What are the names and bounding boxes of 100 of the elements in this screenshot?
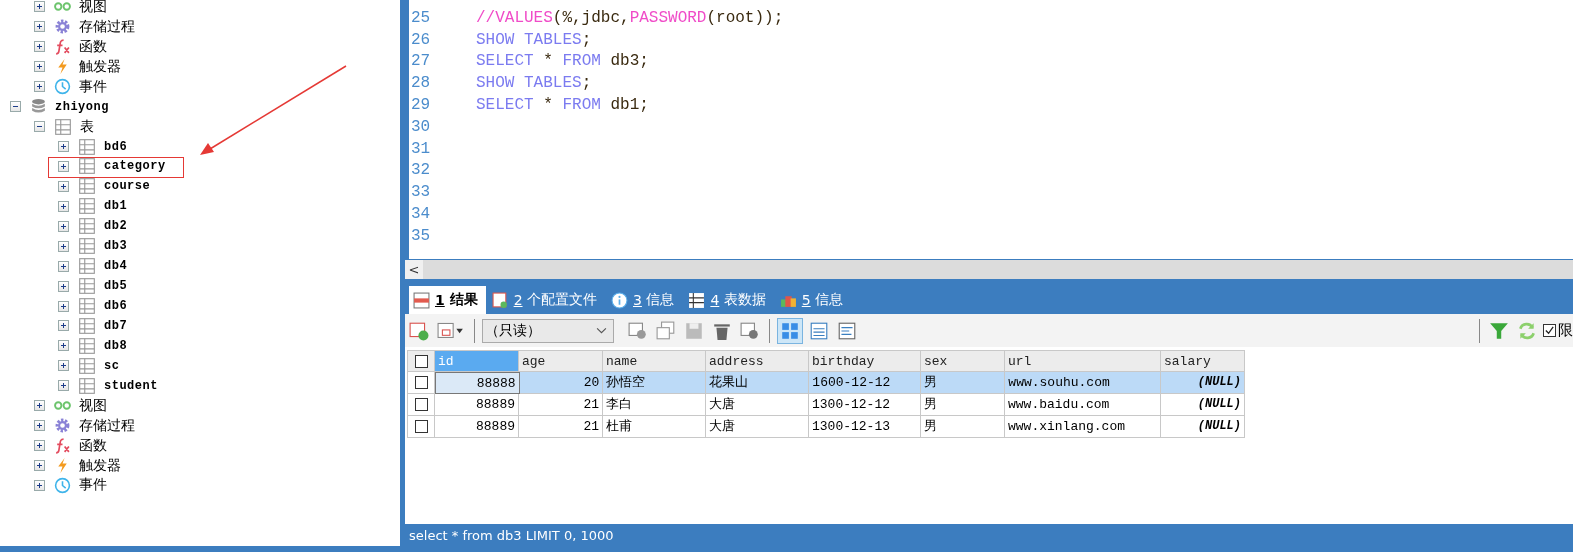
tree-item[interactable]: 函数 [79,436,107,455]
table-name[interactable]: student [104,378,158,393]
expand-toggle[interactable] [34,460,45,472]
table-cell: 大唐 [706,416,809,438]
line-number: 32 [410,161,432,180]
tree-item[interactable]: 存储过程 [79,17,135,36]
code-line: SELECT * FROM db3; [476,52,649,71]
table-name[interactable]: sc [104,358,120,373]
expand-toggle[interactable] [58,240,69,252]
column-header[interactable]: birthday [809,350,921,372]
gear-icon [54,417,71,435]
expand-toggle[interactable] [34,61,45,73]
table-cell: 李白 [603,394,706,416]
tree-item[interactable]: 表 [80,117,94,136]
row-checkbox[interactable] [414,398,428,411]
tree-item[interactable]: 触发器 [79,456,121,475]
expand-toggle[interactable] [58,141,69,153]
expand-toggle[interactable] [58,180,69,192]
expand-toggle[interactable] [58,200,69,212]
column-header[interactable]: sex [921,350,1005,372]
tree-item[interactable]: 事件 [79,476,107,495]
column-header[interactable]: name [603,350,706,372]
table-name[interactable]: db8 [104,338,128,353]
table-name[interactable]: db2 [104,219,128,234]
table-icon [78,336,96,355]
tree-item[interactable]: 函数 [79,37,107,56]
table-name[interactable]: db7 [104,318,128,333]
tree-item[interactable]: 触发器 [79,57,121,76]
table-cell: 1300-12-12 [809,394,921,416]
column-header[interactable]: url [1005,350,1161,372]
expand-toggle[interactable] [34,21,45,33]
select-all-checkbox[interactable] [414,354,428,368]
result-tab[interactable]: 1 结果 [409,286,486,314]
table-cell: www.xinlang.com [1005,416,1161,438]
table-cell: (NULL) [1161,416,1245,438]
result-tab[interactable]: 2 个配置文件 [487,286,605,314]
expand-toggle[interactable] [58,160,69,172]
expand-toggle[interactable] [34,41,45,53]
expand-toggle[interactable] [34,420,45,432]
code-line: //VALUES(%,jdbc,PASSWORD(root)); [476,8,784,27]
expand-toggle[interactable] [34,81,45,93]
table-name[interactable]: db1 [104,199,128,214]
clock-icon [54,476,71,494]
limit-checkbox[interactable] [1543,324,1556,337]
table-cell: 男 [921,372,1006,394]
table-cell: 男 [921,394,1005,416]
table-cell: 88889 [435,416,519,438]
expand-toggle[interactable] [58,340,69,352]
tree-item[interactable]: 存储过程 [79,416,135,435]
mode-dropdown[interactable]: （只读） [482,318,614,343]
profile-icon [491,291,509,309]
expand-toggle[interactable] [34,440,45,452]
result-tab[interactable]: 4 表数据 [684,286,774,314]
grid-view-icon[interactable] [777,317,803,344]
expand-toggle[interactable] [34,400,45,412]
row-checkbox[interactable] [414,420,428,433]
table-name[interactable]: category [104,159,166,174]
table-name[interactable]: db6 [104,299,128,314]
expand-toggle[interactable] [58,380,69,392]
result-grid-icon [413,291,430,309]
table-icon [78,316,96,335]
table-name[interactable]: bd6 [104,139,128,154]
result-tab[interactable]: 3 信息 [607,286,683,314]
table-cell: 88889 [435,394,519,416]
expand-toggle[interactable] [10,101,21,113]
expand-toggle[interactable] [58,300,69,312]
expand-toggle[interactable] [58,220,69,232]
table-icon [78,257,96,276]
horizontal-scrollbar[interactable]: < [405,260,1573,279]
tree-item[interactable]: 视图 [79,0,107,16]
table-name[interactable]: course [104,179,151,194]
expand-toggle[interactable] [34,479,45,491]
result-tab[interactable]: 5 信息 [775,286,852,314]
table-cell: (NULL) [1161,372,1245,394]
expand-toggle[interactable] [58,320,69,332]
expand-toggle[interactable] [58,280,69,292]
expand-toggle[interactable] [34,1,45,13]
column-header[interactable]: salary [1161,350,1245,372]
row-checkbox[interactable] [414,376,428,389]
line-number: 31 [410,139,432,158]
table-icon [78,297,96,316]
table-cell: 88888 [435,372,520,394]
tree-item[interactable]: 事件 [79,77,107,96]
gear-icon [54,18,71,36]
expand-toggle[interactable] [34,121,45,133]
expand-toggle[interactable] [58,360,69,372]
table-cell: 大唐 [706,394,809,416]
tree-item[interactable]: 视图 [79,396,107,415]
column-header[interactable]: age [519,350,603,372]
info-icon [611,291,628,309]
function-icon [54,38,71,56]
table-name[interactable]: db3 [104,239,128,254]
table-name[interactable]: db4 [104,259,128,274]
database-name[interactable]: zhiyong [55,99,109,114]
scroll-left-button[interactable]: < [405,260,423,279]
table-cell: 20 [519,372,604,394]
column-header[interactable]: address [706,350,809,372]
line-number: 35 [410,226,432,245]
expand-toggle[interactable] [58,260,69,272]
table-name[interactable]: db5 [104,279,128,294]
